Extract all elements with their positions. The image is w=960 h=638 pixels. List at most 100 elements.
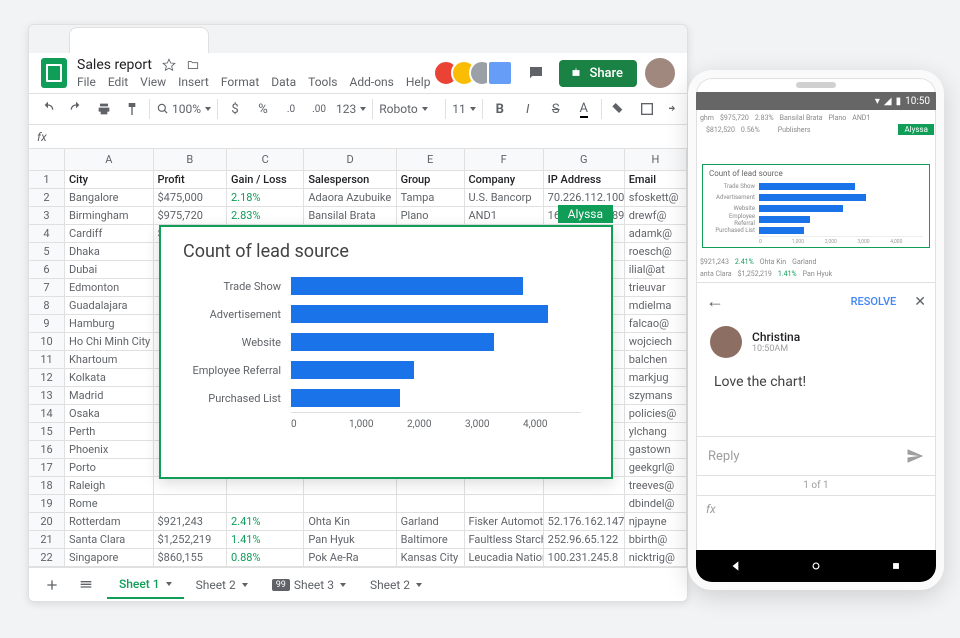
cell[interactable]: Plano <box>397 207 465 224</box>
percent-icon[interactable]: % <box>252 98 274 120</box>
currency-icon[interactable]: $ <box>224 98 246 120</box>
cell[interactable]: bbirth@ <box>625 531 687 548</box>
cell[interactable]: Birmingham <box>65 207 154 224</box>
strikethrough-icon[interactable]: S <box>545 98 567 120</box>
cell[interactable]: balchen <box>625 351 687 368</box>
paint-format-icon[interactable] <box>121 98 143 120</box>
cell[interactable]: Dubai <box>65 261 154 278</box>
cell[interactable]: Rotterdam <box>65 513 154 530</box>
folder-icon[interactable] <box>186 58 200 72</box>
row-header[interactable]: 2 <box>29 189 65 206</box>
column-header[interactable]: G <box>544 149 625 170</box>
cell[interactable]: Guadalajara <box>65 297 154 314</box>
cell[interactable]: Madrid <box>65 387 154 404</box>
cell[interactable] <box>397 477 465 494</box>
row-header[interactable]: 18 <box>29 477 65 494</box>
cell[interactable]: Rome <box>65 495 154 512</box>
row-header[interactable]: 8 <box>29 297 65 314</box>
cell[interactable]: Pok Ae-Ra <box>304 549 396 566</box>
cell[interactable]: geekgrl@ <box>625 459 687 476</box>
cell[interactable]: AND1 <box>465 207 544 224</box>
menu-data[interactable]: Data <box>271 75 296 89</box>
cell[interactable]: Singapore <box>65 549 154 566</box>
cell[interactable]: sfoskett@ <box>625 189 687 206</box>
header-cell[interactable]: Group <box>397 171 465 188</box>
cell[interactable]: $475,000 <box>154 189 228 206</box>
cell[interactable] <box>397 495 465 512</box>
cell[interactable]: Leucadia National <box>465 549 544 566</box>
row-header[interactable]: 9 <box>29 315 65 332</box>
add-sheet-button[interactable] <box>39 572 65 598</box>
cell[interactable]: wojciech <box>625 333 687 350</box>
cell[interactable]: 100.231.245.8 <box>544 549 625 566</box>
star-icon[interactable] <box>162 58 176 72</box>
cell[interactable]: policies@ <box>625 405 687 422</box>
zoom-select[interactable]: 100% <box>156 102 211 116</box>
cell[interactable]: Porto <box>65 459 154 476</box>
cell[interactable]: $1,252,219 <box>154 531 228 548</box>
header-cell[interactable]: Email <box>625 171 687 188</box>
cell[interactable]: szymans <box>625 387 687 404</box>
cell[interactable]: 70.226.112.100 <box>544 189 625 206</box>
formula-bar[interactable]: fx <box>29 125 687 149</box>
fill-color-icon[interactable] <box>608 98 630 120</box>
cell[interactable]: Ohta Kin <box>304 513 396 530</box>
cell[interactable]: nicktrig@ <box>625 549 687 566</box>
cell[interactable]: mdielma <box>625 297 687 314</box>
row-header[interactable]: 12 <box>29 369 65 386</box>
send-icon[interactable] <box>906 447 924 465</box>
cell[interactable]: adamk@ <box>625 225 687 242</box>
cell[interactable]: falcao@ <box>625 315 687 332</box>
column-header[interactable]: A <box>65 149 154 170</box>
reply-input[interactable]: Reply <box>696 436 936 475</box>
cell[interactable]: Fisker Automotive <box>465 513 544 530</box>
cell[interactable]: $860,155 <box>154 549 228 566</box>
cell[interactable]: Tampa <box>397 189 465 206</box>
sheet-tab[interactable]: Sheet 2 <box>358 571 434 599</box>
cell[interactable]: 1.41% <box>227 531 304 548</box>
bold-icon[interactable]: B <box>489 98 511 120</box>
cell[interactable] <box>154 477 228 494</box>
all-sheets-button[interactable] <box>73 572 99 598</box>
cell[interactable]: Dhaka <box>65 243 154 260</box>
cell[interactable]: 2.18% <box>227 189 304 206</box>
row-header[interactable]: 22 <box>29 549 65 566</box>
row-header[interactable]: 21 <box>29 531 65 548</box>
cell[interactable]: treeves@ <box>625 477 687 494</box>
nav-back-icon[interactable] <box>729 559 743 573</box>
cell[interactable] <box>544 477 625 494</box>
cell[interactable]: dbindel@ <box>625 495 687 512</box>
nav-recent-icon[interactable] <box>889 559 903 573</box>
cell[interactable]: Hamburg <box>65 315 154 332</box>
italic-icon[interactable]: I <box>517 98 539 120</box>
undo-icon[interactable] <box>37 98 59 120</box>
select-all-corner[interactable] <box>29 149 65 170</box>
row-header[interactable]: 1 <box>29 171 65 188</box>
cell[interactable]: markjug <box>625 369 687 386</box>
cell[interactable]: Cardiff <box>65 225 154 242</box>
cell[interactable]: Phoenix <box>65 441 154 458</box>
menu-help[interactable]: Help <box>406 75 431 89</box>
menu-tools[interactable]: Tools <box>308 75 337 89</box>
cell[interactable]: Pan Hyuk <box>304 531 396 548</box>
cell[interactable] <box>304 477 396 494</box>
phone-mini-chart[interactable]: Count of lead source Trade ShowAdvertise… <box>702 164 930 248</box>
number-format-select[interactable]: 123 <box>336 102 366 116</box>
header-cell[interactable]: IP Address <box>544 171 625 188</box>
sheet-tab[interactable]: Sheet 2 <box>184 571 260 599</box>
cell[interactable]: njpayne <box>625 513 687 530</box>
row-header[interactable]: 13 <box>29 387 65 404</box>
phone-formula-bar[interactable]: fx <box>696 495 936 521</box>
share-button[interactable]: Share <box>559 60 637 87</box>
back-arrow-icon[interactable]: ← <box>706 291 724 312</box>
cell[interactable]: ilial@at <box>625 261 687 278</box>
column-header[interactable]: F <box>465 149 544 170</box>
menu-format[interactable]: Format <box>221 75 259 89</box>
cell[interactable]: U.S. Bancorp <box>465 189 544 206</box>
row-header[interactable]: 17 <box>29 459 65 476</box>
cell[interactable]: Garland <box>397 513 465 530</box>
row-header[interactable]: 10 <box>29 333 65 350</box>
cell[interactable]: Edmonton <box>65 279 154 296</box>
row-header[interactable]: 15 <box>29 423 65 440</box>
cell[interactable]: Santa Clara <box>65 531 154 548</box>
